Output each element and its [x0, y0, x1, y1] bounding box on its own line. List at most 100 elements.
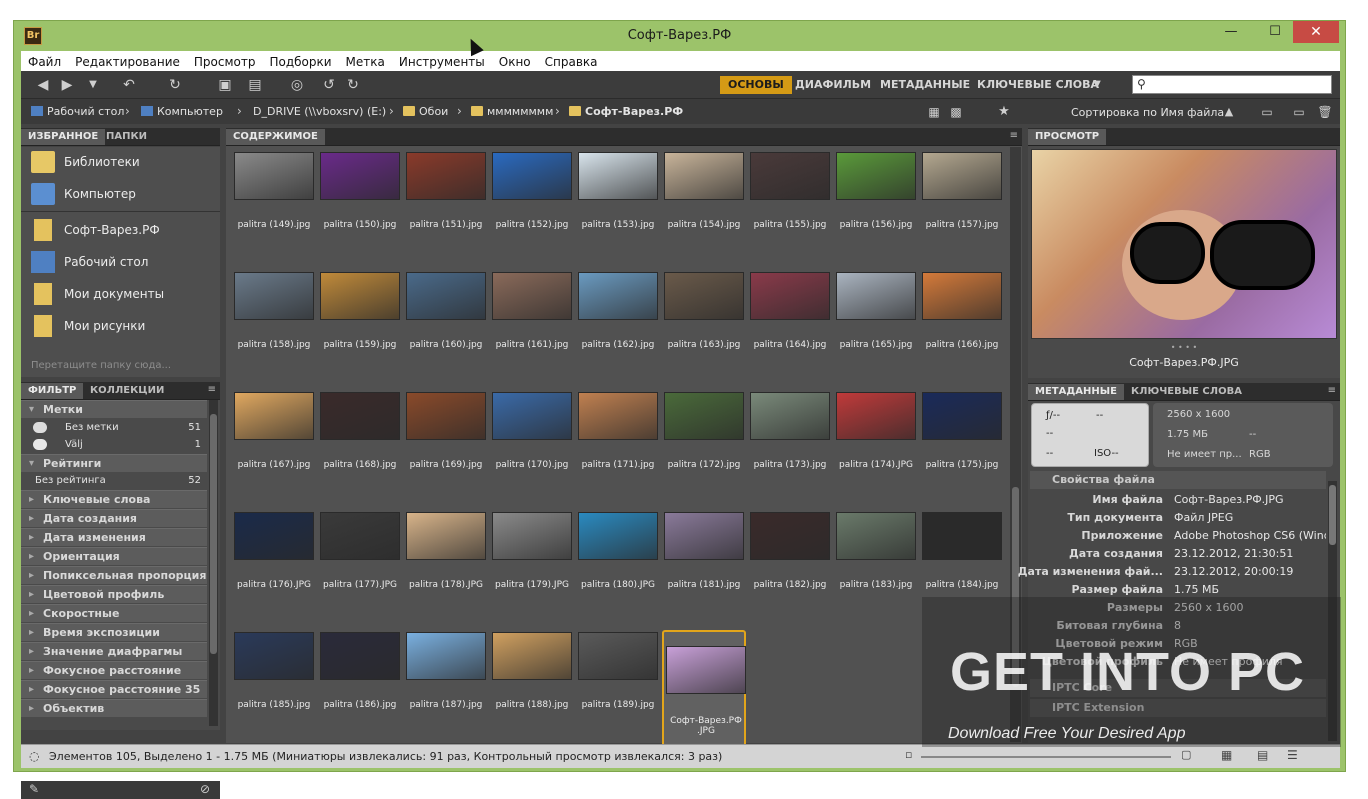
thumbnail-item[interactable]: palitra (188).jpg	[490, 630, 574, 750]
star-filter-icon[interactable]: ★	[996, 104, 1012, 120]
thumbnail-item[interactable]: palitra (171).jpg	[576, 390, 660, 510]
thumbnail-quality-icon[interactable]: ▦	[926, 104, 942, 120]
favorite-libraries[interactable]: Библиотеки	[21, 147, 220, 177]
filter-section-header[interactable]: Цветовой профиль	[21, 585, 207, 603]
metadata-scroll-thumb[interactable]	[1329, 485, 1336, 545]
details-view-icon[interactable]: ▤	[1257, 748, 1268, 762]
filter-section-header[interactable]: Попиксельная пропорция	[21, 566, 207, 584]
thumbnail-item[interactable]: palitra (159).jpg	[318, 270, 402, 390]
thumbnail-item[interactable]: palitra (186).jpg	[318, 630, 402, 750]
path-separator-icon[interactable]: ›	[389, 104, 394, 118]
filter-scrollbar[interactable]	[209, 400, 218, 726]
search-input[interactable]: ⚲	[1132, 75, 1332, 94]
workspace-filmstrip[interactable]: ДИАФИЛЬМ	[787, 76, 879, 94]
filter-section-header[interactable]: Дата изменения	[21, 528, 207, 546]
thumbnail-item[interactable]: palitra (176).JPG	[232, 510, 316, 630]
filter-scroll-thumb[interactable]	[210, 414, 217, 654]
filter-row[interactable]: Без рейтинга 52	[21, 472, 207, 489]
filter-section-header[interactable]: Объектив	[21, 699, 207, 717]
delete-icon[interactable]: 🗑	[1317, 104, 1333, 120]
path-desktop[interactable]: Рабочий стол	[31, 105, 124, 118]
filter-section-header[interactable]: Ключевые слова	[21, 490, 207, 508]
pin-icon[interactable]: ✎	[29, 782, 39, 796]
open-in-camera-raw-icon[interactable]: ◎	[289, 77, 305, 93]
thumbnail-item[interactable]: palitra (158).jpg	[232, 270, 316, 390]
path-wallpapers[interactable]: Обои	[403, 105, 448, 118]
list-view-icon[interactable]: ☰	[1287, 748, 1298, 762]
thumbnail-item[interactable]: palitra (173).jpg	[748, 390, 832, 510]
chevron-down-icon[interactable]: ▼	[85, 77, 101, 93]
thumbnail-item[interactable]: palitra (153).jpg	[576, 150, 660, 270]
thumbnail-item[interactable]: palitra (166).jpg	[920, 270, 1004, 390]
favorite-pictures[interactable]: Мои рисунки	[21, 311, 220, 341]
thumbnail-item[interactable]: palitra (160).jpg	[404, 270, 488, 390]
path-current-folder[interactable]: Софт-Варез.РФ	[569, 105, 683, 118]
close-button[interactable]: ✕	[1293, 21, 1339, 43]
filter-section-header[interactable]: Дата создания	[21, 509, 207, 527]
tab-filter[interactable]: ФИЛЬТР	[21, 383, 84, 399]
tab-content[interactable]: СОДЕРЖИМОЕ	[226, 129, 325, 145]
thumbnail-item[interactable]: palitra (187).jpg	[404, 630, 488, 750]
zoom-out-icon[interactable]: ▫	[905, 748, 912, 761]
filter-section-header[interactable]: Ориентация	[21, 547, 207, 565]
path-separator-icon[interactable]: ›	[457, 104, 462, 118]
clear-filter-icon[interactable]: ⊘	[200, 782, 210, 796]
rotate-left-icon[interactable]: ↺	[321, 77, 337, 93]
boomerang-icon[interactable]: ↶	[121, 77, 137, 93]
thumbnail-item[interactable]: palitra (175).jpg	[920, 390, 1004, 510]
thumbnail-item[interactable]: palitra (157).jpg	[920, 150, 1004, 270]
open-recent-folder-icon[interactable]: ▭	[1259, 104, 1275, 120]
thumbnail-item[interactable]: palitra (172).jpg	[662, 390, 746, 510]
path-separator-icon[interactable]: ›	[237, 104, 242, 118]
thumbnail-item[interactable]: palitra (165).jpg	[834, 270, 918, 390]
path-computer[interactable]: Компьютер	[141, 105, 223, 118]
thumbnail-size-slider[interactable]	[921, 756, 1171, 758]
thumbnail-item[interactable]: palitra (179).JPG	[490, 510, 574, 630]
new-folder-icon[interactable]: ▭	[1291, 104, 1307, 120]
thumbnail-item[interactable]: palitra (169).jpg	[404, 390, 488, 510]
thumbnail-item[interactable]: palitra (152).jpg	[490, 150, 574, 270]
thumbnail-item[interactable]: palitra (149).jpg	[232, 150, 316, 270]
menu-window[interactable]: Окно	[492, 52, 538, 69]
path-drive[interactable]: D_DRIVE (\\vboxsrv) (E:)	[253, 105, 386, 118]
forward-icon[interactable]: ▶	[59, 77, 75, 93]
workspace-menu-chevron-icon[interactable]: ▼	[1089, 77, 1105, 93]
filter-labels-header[interactable]: Метки	[21, 400, 207, 418]
filter-section-header[interactable]: Фокусное расстояние	[21, 661, 207, 679]
tab-keywords[interactable]: КЛЮЧЕВЫЕ СЛОВА	[1124, 384, 1249, 400]
thumbnail-item[interactable]: palitra (178).JPG	[404, 510, 488, 630]
favorite-soft-varez[interactable]: Софт-Варез.РФ	[21, 215, 220, 245]
menu-view[interactable]: Просмотр	[187, 52, 263, 69]
tab-collections[interactable]: КОЛЛЕКЦИИ	[83, 383, 171, 399]
sort-ascending-icon[interactable]: ▲	[1221, 104, 1237, 120]
thumbnail-item[interactable]: palitra (161).jpg	[490, 270, 574, 390]
menu-tools[interactable]: Инструменты	[392, 52, 492, 69]
file-properties-header[interactable]: Свойства файла	[1030, 471, 1326, 489]
tab-metadata[interactable]: МЕТАДАННЫЕ	[1028, 384, 1124, 400]
thumbnail-item[interactable]: palitra (151).jpg	[404, 150, 488, 270]
favorite-documents[interactable]: Мои документы	[21, 279, 220, 309]
path-separator-icon[interactable]: ›	[125, 104, 130, 118]
thumbnail-item[interactable]: palitra (183).jpg	[834, 510, 918, 630]
tab-preview[interactable]: ПРОСМОТР	[1028, 129, 1107, 145]
filter-ratings-header[interactable]: Рейтинги	[21, 454, 207, 472]
workspace-keywords[interactable]: КЛЮЧЕВЫЕ СЛОВА	[969, 76, 1107, 94]
thumbnail-item[interactable]: palitra (155).jpg	[748, 150, 832, 270]
review-mode-icon[interactable]: ▩	[948, 104, 964, 120]
thumbnail-item[interactable]: palitra (185).jpg	[232, 630, 316, 750]
menu-stacks[interactable]: Подборки	[262, 52, 338, 69]
thumbnail-item[interactable]: palitra (164).jpg	[748, 270, 832, 390]
grid-view-icon[interactable]: ▦	[1221, 748, 1232, 762]
sort-dropdown[interactable]: Сортировка по Имя файла	[1071, 106, 1224, 119]
thumbnail-item[interactable]: palitra (189).jpg	[576, 630, 660, 750]
preview-image[interactable]	[1031, 149, 1337, 339]
thumbnail-item[interactable]: palitra (154).jpg	[662, 150, 746, 270]
thumbnail-item[interactable]: palitra (162).jpg	[576, 270, 660, 390]
filter-section-header[interactable]: Время экспозиции	[21, 623, 207, 641]
thumbnail-item[interactable]: palitra (177).JPG	[318, 510, 402, 630]
filter-section-header[interactable]: Фокусное расстояние 35 мм	[21, 680, 207, 713]
filter-row[interactable]: Без метки 51	[21, 419, 207, 436]
thumbnail-item[interactable]: palitra (182).jpg	[748, 510, 832, 630]
title-bar[interactable]: Br Софт-Варез.РФ — ☐ ✕	[14, 21, 1345, 51]
thumbnail-item[interactable]: palitra (168).jpg	[318, 390, 402, 510]
